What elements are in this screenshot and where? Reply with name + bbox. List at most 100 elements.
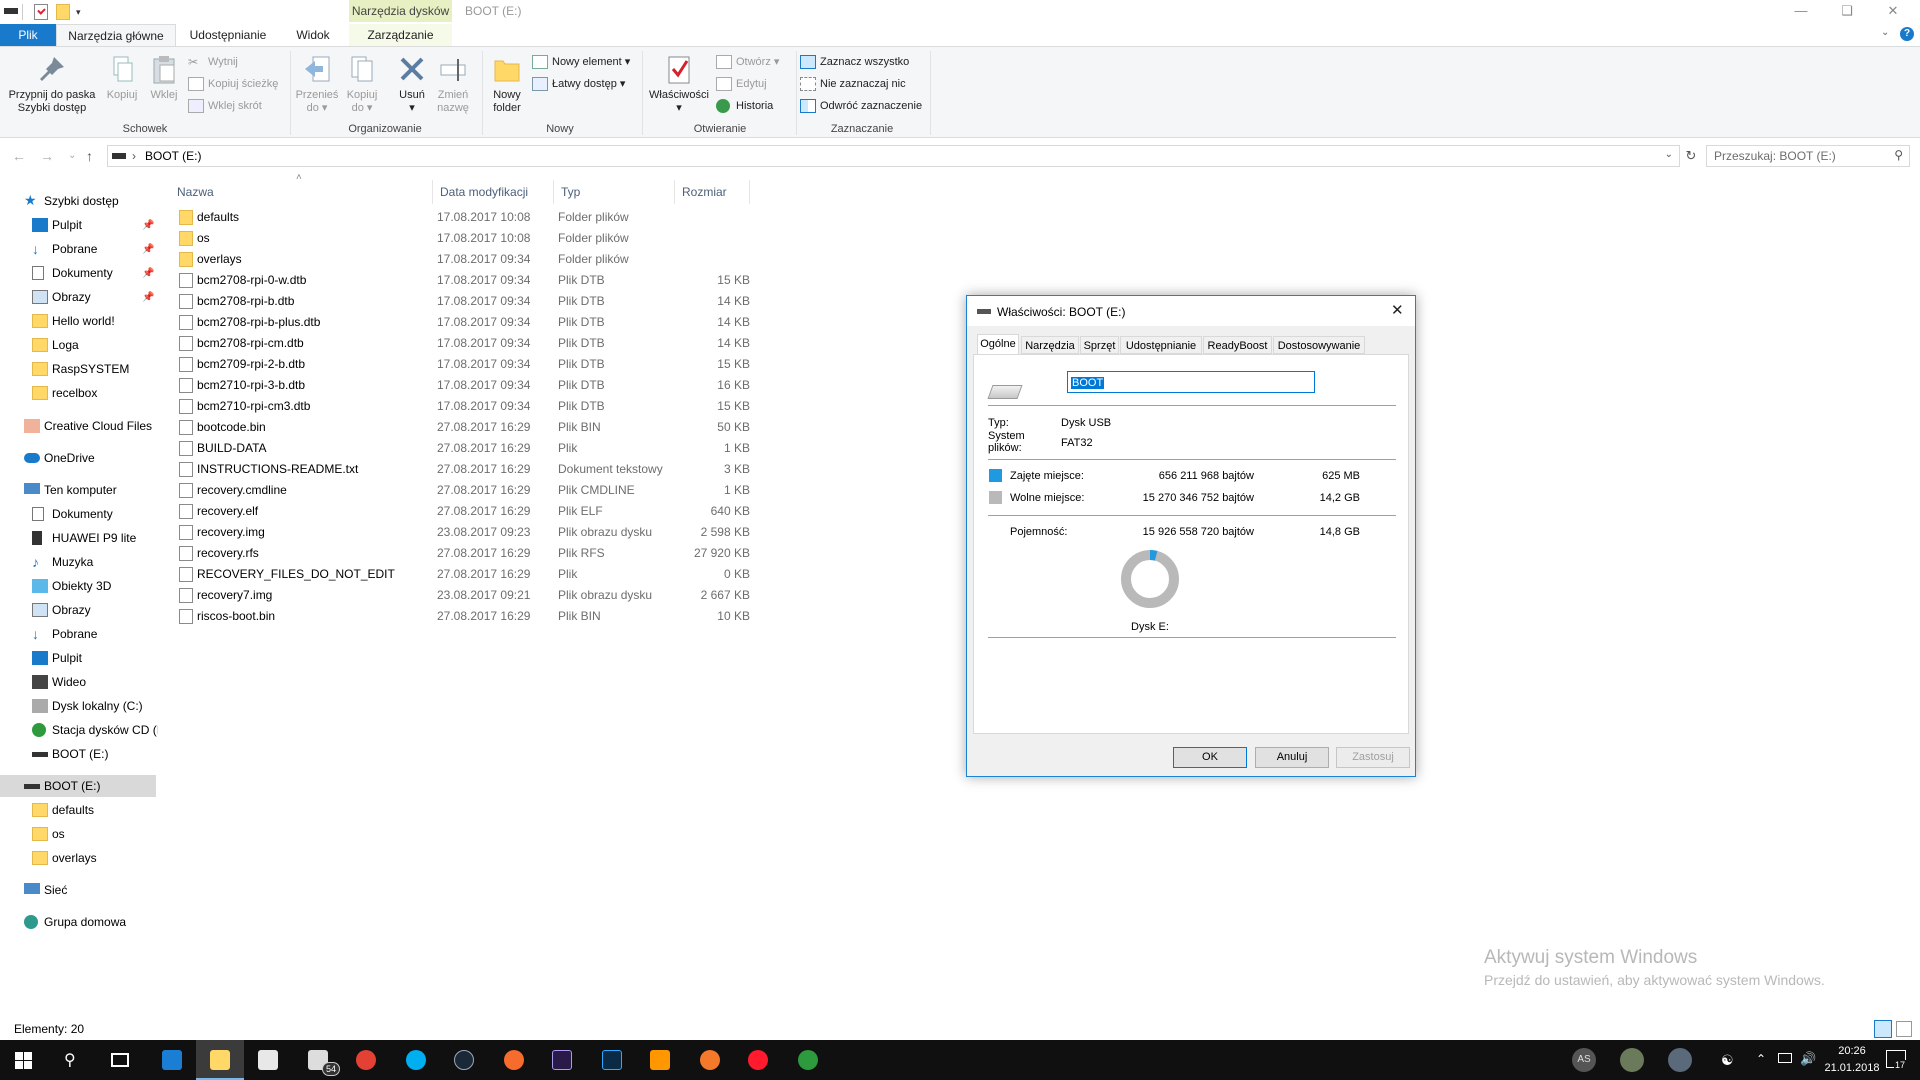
search-input[interactable]: Przeszukaj: BOOT (E:) ⚲ xyxy=(1706,145,1910,167)
nav-pc-cd-drive[interactable]: Stacja dysków CD (I xyxy=(32,719,158,741)
file-row[interactable]: RECOVERY_FILES_DO_NOT_EDIT 27.08.2017 16:… xyxy=(170,564,750,585)
file-row[interactable]: recovery.cmdline 27.08.2017 16:29 Plik CMD… xyxy=(170,480,750,501)
file-row[interactable]: os 17.08.2017 10:08 Folder plików xyxy=(170,228,750,249)
nav-pc-dokumenty[interactable]: Dokumenty xyxy=(32,503,158,525)
close-icon[interactable]: ✕ xyxy=(1391,301,1404,319)
taskbar-xbox[interactable] xyxy=(784,1040,832,1080)
nav-creative-cloud[interactable]: Creative Cloud Files xyxy=(24,415,158,437)
search-icon[interactable]: ⚲ xyxy=(1894,148,1903,162)
select-all-button[interactable]: Zaznacz wszystko xyxy=(800,53,909,71)
nav-homegroup[interactable]: Grupa domowa xyxy=(24,911,158,933)
nav-pc-wideo[interactable]: Wideo xyxy=(32,671,158,693)
clock-time[interactable]: 20:26 xyxy=(1824,1045,1880,1057)
taskbar-chrome[interactable] xyxy=(342,1040,390,1080)
dialog-tab-readyboost[interactable]: ReadyBoost xyxy=(1203,336,1272,354)
breadcrumb-chevron-icon[interactable]: › xyxy=(132,149,136,163)
taskbar-edge[interactable] xyxy=(148,1040,196,1080)
ribbon-expand-icon[interactable]: ⌄ xyxy=(1881,27,1889,38)
column-header-size[interactable]: Rozmiar xyxy=(675,180,750,204)
easy-access-button[interactable]: Łatwy dostęp ▾ xyxy=(532,75,625,93)
contact-avatar[interactable] xyxy=(1620,1048,1644,1072)
open-button[interactable]: Otwórz ▾ xyxy=(716,53,779,71)
nav-pc-obrazy[interactable]: Obrazy xyxy=(32,599,158,621)
file-row[interactable]: recovery7.img 23.08.2017 09:21 Plik obrazu… xyxy=(170,585,750,606)
file-row[interactable]: bcm2710-rpi-cm3.dtb 17.08.2017 09:34 Plik … xyxy=(170,396,750,417)
file-row[interactable]: BUILD-DATA 27.08.2017 16:29 Plik 1 KB xyxy=(170,438,750,459)
nav-quick-recelbox[interactable]: recelbox xyxy=(32,382,158,404)
nav-boot-drive-selected[interactable]: BOOT (E:) xyxy=(0,775,156,797)
file-row[interactable]: bcm2708-rpi-b-plus.dtb 17.08.2017 09:34 Pl… xyxy=(170,312,750,333)
taskbar-skype[interactable] xyxy=(392,1040,440,1080)
copy-path-button[interactable]: Kopiuj ścieżkę xyxy=(188,75,278,93)
file-row[interactable]: defaults 17.08.2017 10:08 Folder plików xyxy=(170,207,750,228)
properties-quick-icon[interactable] xyxy=(34,4,48,20)
file-row[interactable]: bootcode.bin 27.08.2017 16:29 Plik BIN 50 K… xyxy=(170,417,750,438)
invert-selection-button[interactable]: Odwróć zaznaczenie xyxy=(800,97,922,115)
file-row[interactable]: bcm2708-rpi-0-w.dtb 17.08.2017 09:34 Plik … xyxy=(170,270,750,291)
user-avatar[interactable]: AS xyxy=(1572,1048,1596,1072)
nav-boot-os[interactable]: os xyxy=(32,823,158,845)
nav-pc-boot[interactable]: BOOT (E:) xyxy=(32,743,158,765)
dialog-tab-hardware[interactable]: Sprzęt xyxy=(1080,336,1119,354)
tab-view[interactable]: Widok xyxy=(280,24,346,46)
task-view-button[interactable] xyxy=(96,1040,144,1080)
nav-quick-pulpit[interactable]: Pulpit xyxy=(32,214,158,236)
nav-quick-raspsystem[interactable]: RaspSYSTEM xyxy=(32,358,158,380)
pin-icon[interactable]: 📌 xyxy=(142,220,154,231)
tab-manage[interactable]: Zarządzanie xyxy=(349,24,452,46)
paste-button[interactable]: Wklej xyxy=(144,53,184,102)
paste-shortcut-button[interactable]: Wklej skrót xyxy=(188,97,262,115)
breadcrumb-current[interactable]: BOOT (E:) xyxy=(145,149,201,163)
nav-quick-access[interactable]: ★ Szybki dostęp xyxy=(24,190,158,212)
refresh-icon[interactable]: ↻ xyxy=(1682,148,1700,166)
volume-icon[interactable]: 🔊 xyxy=(1800,1051,1816,1067)
taskbar-opera[interactable] xyxy=(734,1040,782,1080)
large-icons-view-icon[interactable] xyxy=(1896,1021,1912,1037)
file-row[interactable]: recovery.rfs 27.08.2017 16:29 Plik RFS 27 9… xyxy=(170,543,750,564)
cut-button[interactable]: ✂ Wytnij xyxy=(188,53,238,71)
customize-toolbar-icon[interactable]: ▾ xyxy=(76,4,86,20)
history-button[interactable]: Historia xyxy=(716,97,773,115)
nav-quick-hello[interactable]: Hello world! xyxy=(32,310,158,332)
taskbar-origin[interactable] xyxy=(490,1040,538,1080)
nav-quick-loga[interactable]: Loga xyxy=(32,334,158,356)
minimize-icon[interactable]: — xyxy=(1778,0,1824,22)
file-row[interactable]: bcm2709-rpi-2-b.dtb 17.08.2017 09:34 Plik … xyxy=(170,354,750,375)
network-icon[interactable] xyxy=(1778,1053,1792,1063)
file-row[interactable]: bcm2710-rpi-3-b.dtb 17.08.2017 09:34 Plik … xyxy=(170,375,750,396)
nav-pc-obiekty3d[interactable]: Obiekty 3D xyxy=(32,575,158,597)
apply-button[interactable]: Zastosuj xyxy=(1336,747,1410,768)
nav-onedrive[interactable]: OneDrive xyxy=(24,447,158,469)
recent-locations-icon[interactable]: ⌄ xyxy=(68,150,76,161)
search-button[interactable]: ⚲ xyxy=(48,1040,96,1080)
start-button[interactable] xyxy=(0,1040,48,1080)
pin-icon[interactable]: 📌 xyxy=(142,244,154,255)
details-view-icon[interactable] xyxy=(1874,1020,1892,1038)
taskbar-photoshop[interactable] xyxy=(588,1040,636,1080)
nav-pc-huawei[interactable]: HUAWEI P9 lite xyxy=(32,527,158,549)
nav-pc-drive-c[interactable]: Dysk lokalny (C:) xyxy=(32,695,158,717)
file-row[interactable]: recovery.elf 27.08.2017 16:29 Plik ELF 640 … xyxy=(170,501,750,522)
cancel-button[interactable]: Anuluj xyxy=(1255,747,1329,768)
pin-icon[interactable]: 📌 xyxy=(142,292,154,303)
delete-button[interactable]: Usuń ▾ xyxy=(392,53,432,115)
rename-button[interactable]: Zmień nazwę xyxy=(432,53,474,115)
file-row[interactable]: INSTRUCTIONS-README.txt 27.08.2017 16:29 D… xyxy=(170,459,750,480)
taskbar-file-explorer[interactable] xyxy=(196,1040,244,1080)
column-header-name[interactable]: Nazwa xyxy=(170,180,433,204)
nav-this-pc[interactable]: Ten komputer xyxy=(24,479,158,501)
taskbar-mail[interactable]: 54 xyxy=(294,1040,342,1080)
copy-to-button[interactable]: Kopiuj do ▾ xyxy=(340,53,384,115)
new-folder-button[interactable]: Nowy folder xyxy=(486,53,528,115)
nav-boot-defaults[interactable]: defaults xyxy=(32,799,158,821)
column-header-date[interactable]: Data modyfikacji xyxy=(433,180,554,204)
pin-icon[interactable]: 📌 xyxy=(142,268,154,279)
move-to-button[interactable]: Przenieś do ▾ xyxy=(294,53,340,115)
up-arrow-icon[interactable]: ↑ xyxy=(86,148,93,164)
dialog-tab-customize[interactable]: Dostosowywanie xyxy=(1273,336,1365,354)
select-none-button[interactable]: Nie zaznaczaj nic xyxy=(800,75,906,93)
nav-network[interactable]: Sieć xyxy=(24,879,158,901)
nav-pc-muzyka[interactable]: ♪ Muzyka xyxy=(32,551,158,573)
nav-pc-pobrane[interactable]: ↓ Pobrane xyxy=(32,623,158,645)
properties-dropdown-icon[interactable]: ▾ xyxy=(646,102,712,115)
